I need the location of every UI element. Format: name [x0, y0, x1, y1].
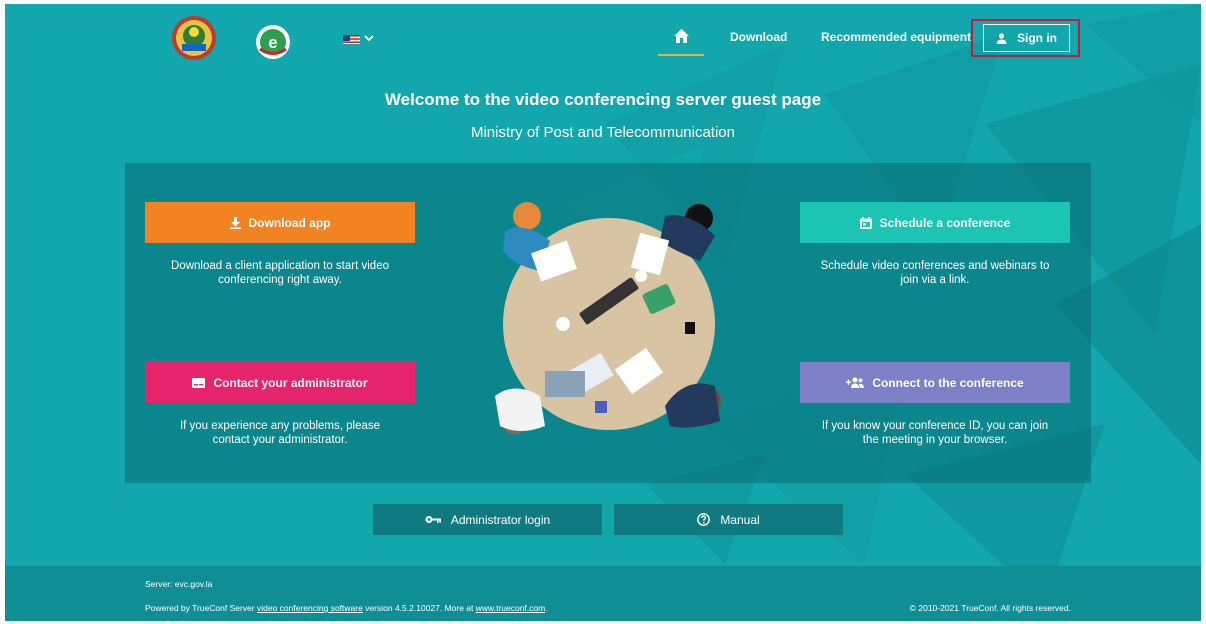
- contact-description: If you experience any problems, please c…: [145, 419, 415, 447]
- schedule-conference-button[interactable]: Schedule a conference: [800, 202, 1070, 243]
- administrator-login-label: Administrator login: [450, 512, 551, 527]
- nav-recommended-equipment[interactable]: Recommended equipment: [821, 30, 971, 44]
- sign-in-button[interactable]: Sign in: [983, 24, 1070, 52]
- schedule-desc-line: Schedule video conferences and webinars …: [820, 260, 1050, 272]
- contact-administrator-button[interactable]: Contact your administrator: [145, 362, 415, 403]
- download-icon: [229, 216, 241, 229]
- download-desc-line: conferencing right away.: [218, 274, 342, 286]
- nav-home[interactable]: [658, 24, 704, 56]
- nav-download[interactable]: Download: [730, 30, 787, 44]
- help-icon: [697, 513, 711, 526]
- download-app-button[interactable]: Download app: [145, 202, 415, 243]
- download-description: Download a client application to start v…: [145, 259, 415, 287]
- calendar-icon: [859, 216, 872, 229]
- connect-conference-label: Connect to the conference: [872, 375, 1024, 390]
- page-title: Welcome to the video conferencing server…: [384, 90, 822, 109]
- e-service-logo: e: [255, 24, 291, 60]
- page-subtitle: Ministry of Post and Telecommunication: [470, 124, 735, 141]
- copyright: © 2010-2021 TrueConf. All rights reserve…: [909, 603, 1071, 613]
- trueconf-site-link[interactable]: www.trueconf.com: [476, 603, 545, 613]
- contact-desc-line: contact your administrator.: [212, 434, 348, 446]
- powered-version: version 4.5.2.10027. More at: [362, 603, 476, 613]
- schedule-description: Schedule video conferences and webinars …: [800, 259, 1070, 287]
- powered-prefix: Powered by TrueConf Server: [145, 603, 257, 613]
- us-flag-icon: [343, 33, 360, 44]
- connect-conference-button[interactable]: Connect to the conference: [800, 362, 1070, 403]
- connect-desc-line: the meeting in your browser.: [862, 434, 1008, 446]
- meeting-illustration: [495, 202, 721, 434]
- connect-desc-line: If you know your conference ID, you can …: [821, 420, 1049, 432]
- add-people-icon: [846, 377, 865, 388]
- schedule-desc-line: join via a link.: [900, 274, 970, 286]
- manual-button[interactable]: Manual: [614, 504, 843, 535]
- contact-desc-line: If you experience any problems, please: [179, 420, 381, 432]
- connect-description: If you know your conference ID, you can …: [800, 419, 1070, 447]
- video-conferencing-software-link[interactable]: video conferencing software: [257, 603, 363, 613]
- government-emblem-logo: [170, 14, 218, 62]
- chevron-down-icon: [364, 29, 374, 47]
- language-selector[interactable]: [343, 29, 374, 47]
- key-icon: [425, 516, 441, 523]
- administrator-login-button[interactable]: Administrator login: [373, 504, 602, 535]
- footer: Server: evc.gov.la Powered by TrueConf S…: [5, 566, 1201, 621]
- page: e Download Recommended equipment Sign in…: [5, 4, 1201, 621]
- svg-text:e: e: [268, 33, 277, 52]
- manual-label: Manual: [720, 512, 760, 527]
- contact-administrator-label: Contact your administrator: [213, 375, 368, 390]
- actions-panel: Download app Download a client applicati…: [125, 163, 1091, 483]
- download-app-label: Download app: [248, 215, 331, 230]
- home-icon: [674, 29, 689, 43]
- server-info: Server: evc.gov.la: [145, 579, 213, 589]
- person-icon: [996, 32, 1007, 44]
- schedule-conference-label: Schedule a conference: [879, 215, 1011, 230]
- sign-in-label: Sign in: [1017, 31, 1057, 45]
- powered-by-text: Powered by TrueConf Server video confere…: [145, 603, 548, 613]
- download-desc-line: Download a client application to start v…: [171, 260, 389, 272]
- card-icon: [192, 377, 206, 388]
- powered-suffix: .: [545, 603, 548, 613]
